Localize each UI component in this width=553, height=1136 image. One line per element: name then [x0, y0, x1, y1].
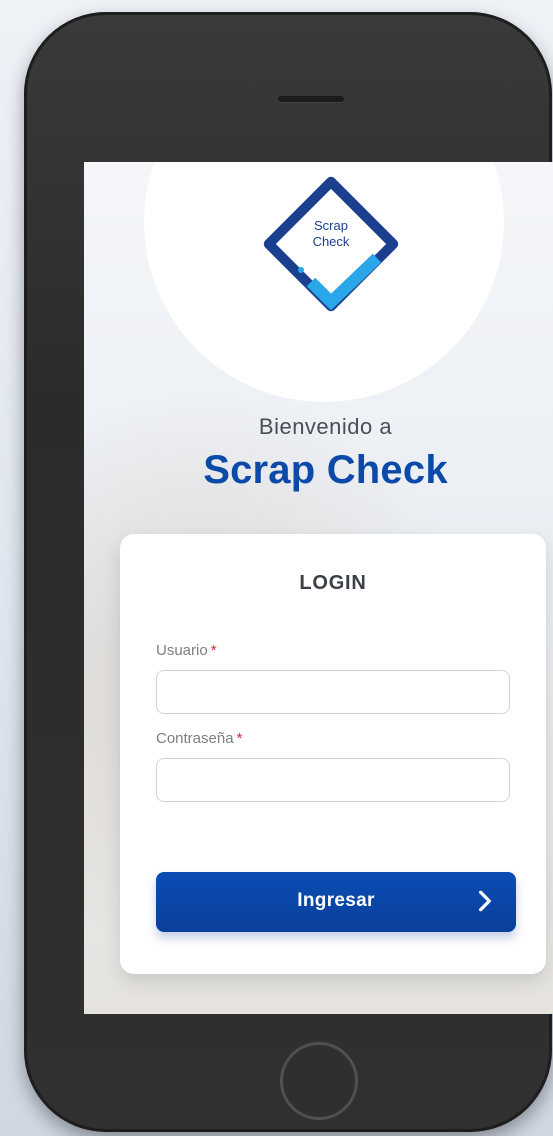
login-screen: Scrap Check Bienvenido a Scrap Check LOG…	[84, 162, 553, 1014]
password-label: Contraseña *	[156, 730, 242, 747]
username-required-marker: *	[210, 642, 217, 659]
welcome-text: Bienvenido a	[258, 414, 393, 439]
login-card: LOGIN Usuario * Contraseña * Ingresar	[120, 534, 546, 974]
chevron-right-icon	[479, 890, 491, 912]
phone-speaker	[278, 96, 344, 102]
phone-frame: Scrap Check Bienvenido a Scrap Check LOG…	[24, 12, 553, 1132]
logo-wordmark: Scrap Check	[253, 218, 409, 250]
login-button[interactable]: Ingresar	[156, 872, 516, 932]
app-preview-stage: Scrap Check Bienvenido a Scrap Check LOG…	[0, 0, 553, 1136]
username-label-text: Usuario	[156, 642, 208, 659]
username-input[interactable]	[156, 670, 510, 714]
brand-title: Scrap Check	[203, 448, 448, 492]
username-label: Usuario *	[156, 642, 217, 659]
home-button[interactable]	[280, 1042, 358, 1120]
password-required-marker: *	[236, 730, 243, 747]
password-input[interactable]	[156, 758, 510, 802]
logo-line-1: Scrap	[314, 218, 348, 233]
login-button-label: Ingresar	[297, 890, 375, 911]
logo-line-2: Check	[312, 234, 350, 249]
scrap-check-logo: Scrap Check	[253, 166, 409, 322]
password-label-text: Contraseña	[156, 730, 234, 747]
login-title: LOGIN	[299, 572, 367, 594]
